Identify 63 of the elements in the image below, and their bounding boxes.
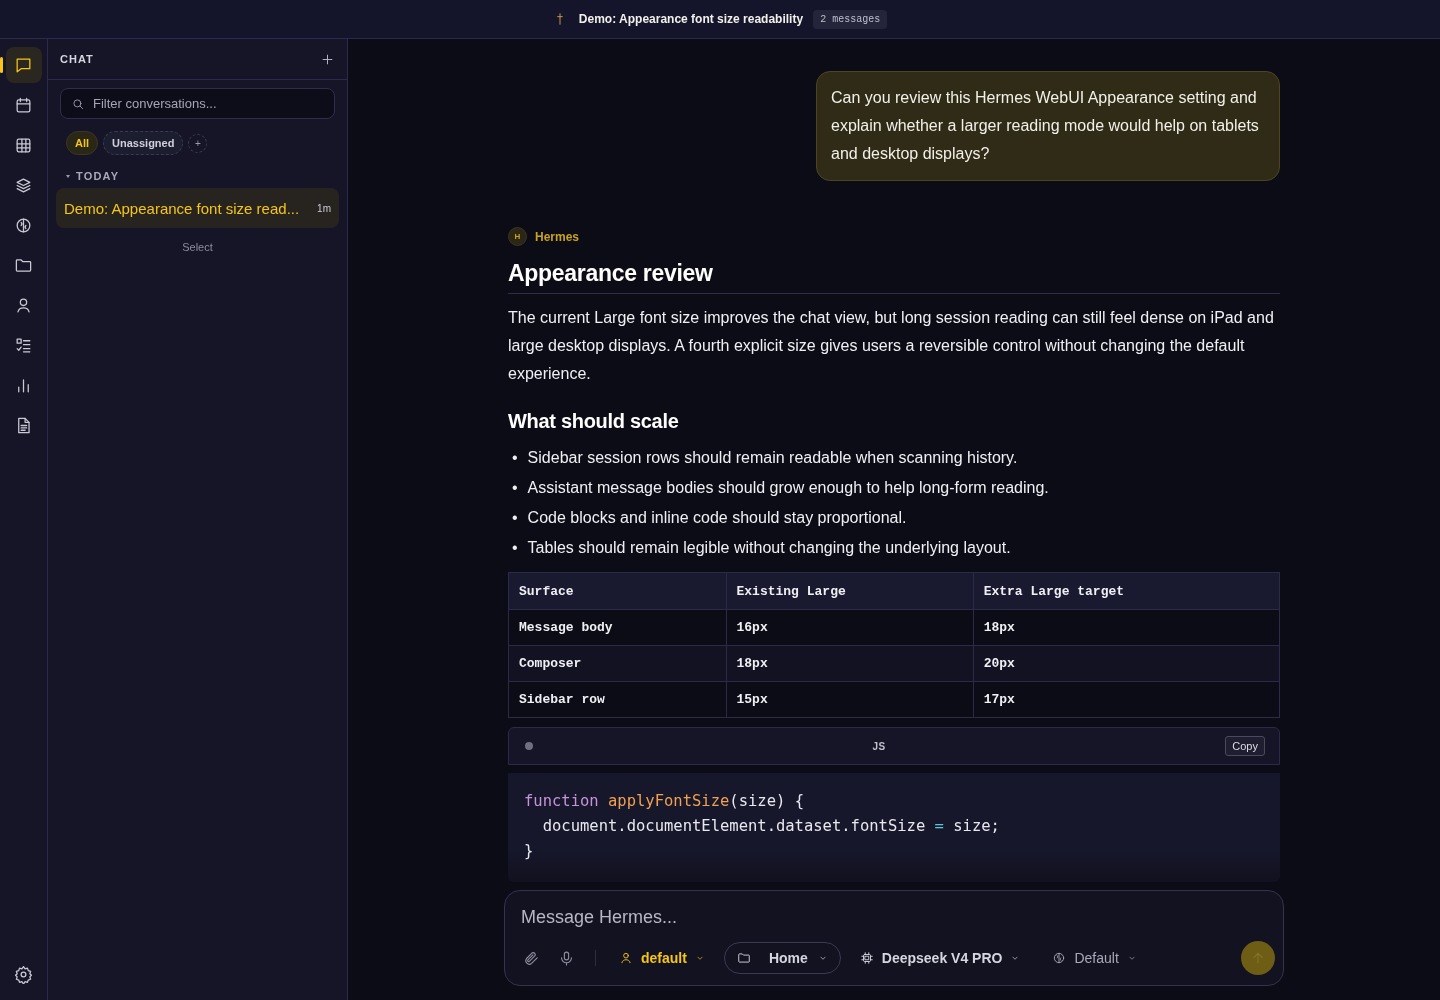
table-cell: 16px [726,609,974,646]
brain-icon [1052,951,1067,965]
active-indicator [0,57,3,73]
conversation-title: Demo: Appearance font size readability [578,12,804,26]
message-count-badge: 2 messages [813,9,888,29]
composer-box[interactable]: Message Hermes... default Home Deepseek V4 PRO Default [504,890,1284,986]
conversation-item[interactable]: Demo: Appearance font size read... 1m [56,188,339,228]
select-button[interactable]: Select [176,240,219,254]
bullet: • [512,448,518,468]
copy-button[interactable]: Copy [1225,736,1265,756]
filter-chip[interactable]: Unassigned [103,131,184,155]
column-header: Surface [508,572,726,610]
profile-selector[interactable]: default [606,942,718,974]
code-line: function applyFontSize(size) { [524,791,805,812]
list-item: Assistant message bodies should grow enough to help long-form reading. [527,478,1049,498]
message-heading: Appearance review [508,260,1280,294]
message-subheading: What should scale [508,410,680,433]
message-input[interactable]: Message Hermes... [521,891,1267,941]
message-paragraph: The current Large font size improves the chat view, but long session reading can still feel dense on iPad and large desktop displays. A fourth explicit size gives users a reversible control without changing the default experience. [508,308,1275,384]
settings-icon[interactable] [14,964,33,984]
search-input[interactable]: Filter conversations... [93,96,324,111]
bullet: • [512,538,518,558]
code-line: } [524,841,535,862]
table-cell: Message body [508,609,726,646]
code-language: JS [872,740,886,752]
user-message: Can you review this Hermes WebUI Appearance setting and explain whether a larger reading mode would help on tablets and desktop displays? [816,71,1280,181]
list-item: Sidebar session rows should remain readable when scanning history. [527,448,1018,468]
list-item: Code blocks and inline code should stay proportional. [527,508,907,528]
panel-title: CHAT [60,53,94,65]
arrow-up-icon [1250,950,1266,966]
send-button[interactable] [1241,941,1275,975]
dot-icon [525,742,533,750]
filter-chip[interactable]: All [66,131,99,155]
assistant-avatar: H [508,227,527,246]
chip-icon [859,951,874,965]
table-cell: Sidebar row [508,681,726,718]
assistant-name: Hermes [535,229,580,244]
timestamp: 1m [317,202,331,214]
column-header: Extra Large target [973,572,1280,610]
bullet: • [512,478,518,498]
table-cell: Composer [508,645,726,682]
new-chat-icon[interactable] [320,51,335,67]
search-field[interactable]: Filter conversations... [60,88,335,119]
calendar-icon [14,95,33,115]
collapse-triangle-icon[interactable] [66,174,70,178]
bullet: • [512,508,518,528]
column-header: Existing Large [726,572,974,610]
table-cell: 20px [973,645,1280,682]
section-label: TODAY [76,170,120,182]
model-selector[interactable]: Deepseek V4 PRO [846,942,1034,974]
paperclip-icon[interactable] [523,949,540,967]
list-item: Tables should remain legible without changing the underlying layout. [527,538,1011,558]
conversation-title: Demo: Appearance font size read... [64,199,300,217]
table-cell: 18px [973,609,1280,646]
reasoning-selector[interactable]: Default [1039,942,1150,974]
code-line: document.documentElement.dataset.fontSize = size; [541,816,1001,837]
person-icon [619,951,633,965]
folder-icon [736,951,751,965]
table-cell: 18px [726,645,974,682]
table-cell: 15px [726,681,974,718]
search-icon [71,96,85,111]
microphone-icon[interactable] [558,949,575,967]
table-cell: 17px [973,681,1280,718]
